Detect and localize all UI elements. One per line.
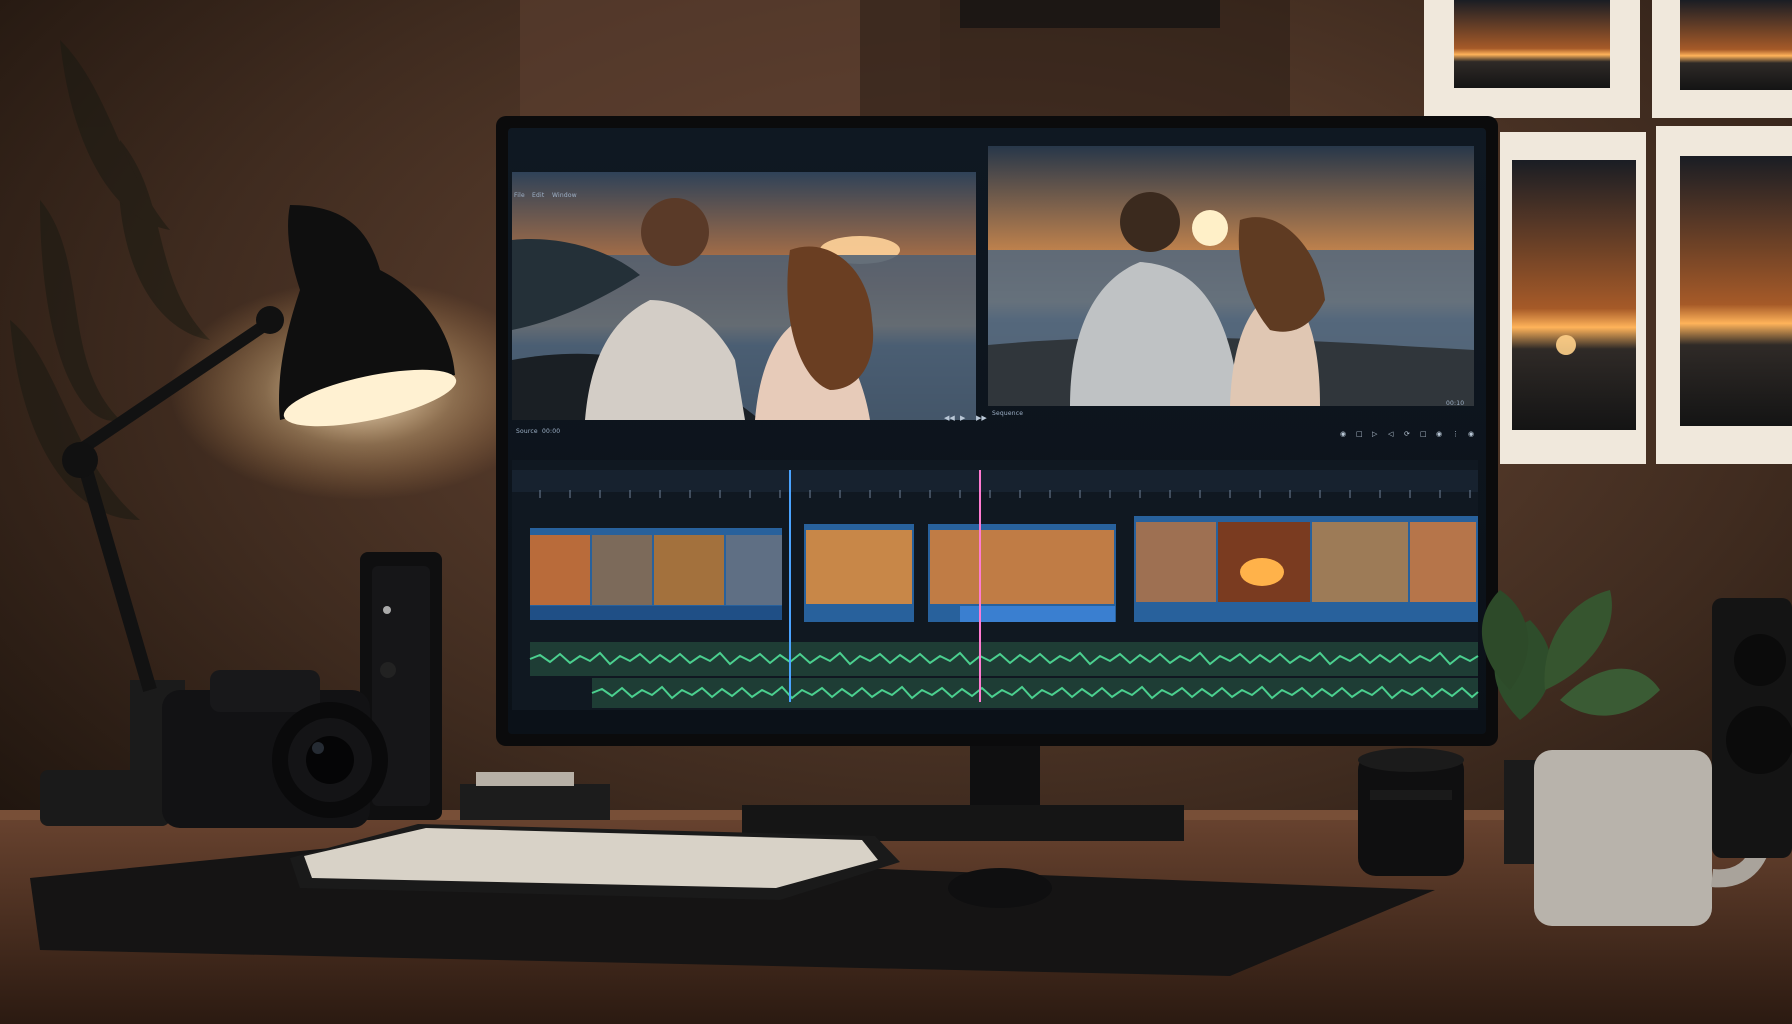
source-timecode: 00:00: [542, 428, 561, 435]
menu-window[interactable]: Window: [552, 192, 577, 199]
video-track-1: [530, 528, 782, 620]
play-icon[interactable]: ▶: [960, 414, 965, 422]
mouse: [948, 868, 1052, 908]
speaker-right: [1712, 598, 1792, 858]
lens: [1358, 748, 1464, 876]
video-track-3: [1134, 516, 1478, 622]
tool-icon-9[interactable]: ◉: [1468, 430, 1474, 438]
video-track-2: [804, 524, 1116, 622]
camera: [162, 670, 388, 828]
menu-edit[interactable]: Edit: [532, 192, 544, 199]
source-monitor-label: Source: [516, 428, 538, 435]
tool-icon-7[interactable]: ◉: [1436, 430, 1442, 438]
tool-icon-4[interactable]: ◁: [1388, 430, 1393, 438]
tool-icon-2[interactable]: □: [1356, 430, 1363, 438]
audio-tracks: [529, 642, 1479, 708]
scene-illustration: [0, 0, 1792, 1024]
tool-icon-1[interactable]: ◉: [1340, 430, 1346, 438]
program-monitor-label: Sequence: [992, 410, 1024, 417]
source-preview-image: [512, 172, 976, 420]
tool-icon-3[interactable]: ▷: [1372, 430, 1377, 438]
tool-icon-8[interactable]: ⋮: [1452, 430, 1459, 438]
menu-file[interactable]: File: [514, 192, 525, 199]
program-preview-image: [988, 146, 1474, 406]
keyboard: [290, 824, 900, 900]
tool-icon-5[interactable]: ⟳: [1404, 430, 1410, 438]
fast-forward-icon[interactable]: ▶▶: [976, 414, 987, 422]
program-timecode: 00:10: [1446, 400, 1465, 407]
rewind-icon[interactable]: ◀◀: [944, 414, 955, 422]
tool-icon-6[interactable]: □: [1420, 430, 1427, 438]
